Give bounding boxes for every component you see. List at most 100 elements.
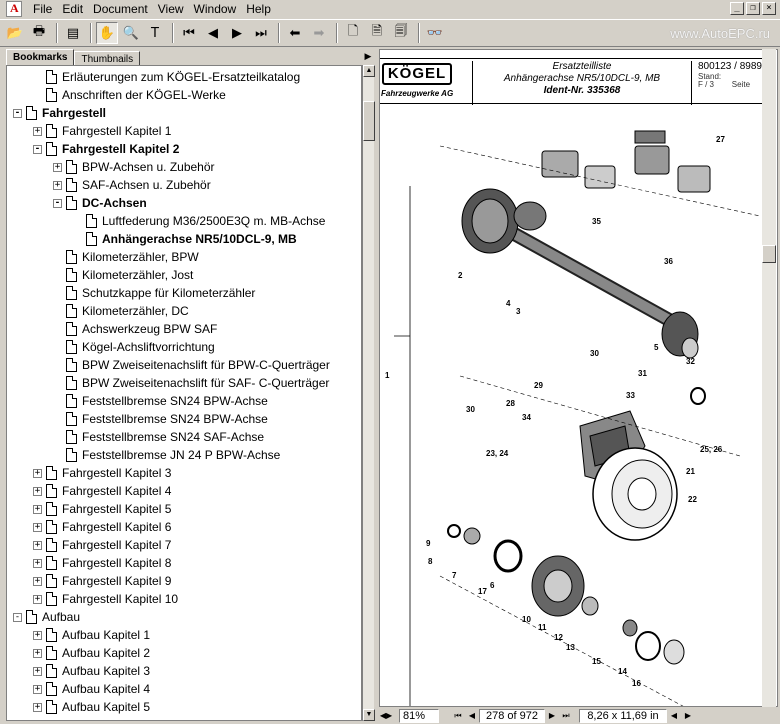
scroll-up-icon[interactable]: ▲ xyxy=(363,65,375,77)
menu-document[interactable]: Document xyxy=(88,0,153,18)
bookmark-item[interactable]: Feststellbremse SN24 BPW-Achse xyxy=(53,410,268,428)
bookmark-label[interactable]: Erläuterungen zum KÖGEL-Ersatzteilkatalo… xyxy=(62,70,300,84)
bookmark-item[interactable]: Kilometerzähler, BPW xyxy=(53,248,199,266)
bookmark-item[interactable]: Kögel-Achsliftvorrichtung xyxy=(53,338,215,356)
next-page-nav-icon[interactable]: ▶ xyxy=(545,711,559,720)
prev-page-nav-icon[interactable]: ◀ xyxy=(465,711,479,720)
bookmark-label[interactable]: Fahrgestell Kapitel 2 xyxy=(62,142,179,156)
bookmark-item[interactable]: + Fahrgestell Kapitel 3 xyxy=(33,464,171,482)
scroll-thumb[interactable] xyxy=(363,101,375,141)
bookmark-label[interactable]: Feststellbremse SN24 BPW-Achse xyxy=(82,394,268,408)
bookmark-label[interactable]: Fahrgestell Kapitel 10 xyxy=(62,592,178,606)
expand-icon[interactable]: + xyxy=(33,504,42,514)
expand-icon[interactable]: + xyxy=(33,576,42,586)
open-folder-icon[interactable]: 📂 xyxy=(4,22,26,44)
bookmark-label[interactable]: Luftfederung M36/2500E3Q m. MB-Achse xyxy=(102,214,325,228)
first-page-icon[interactable]: ⏮ xyxy=(178,22,200,44)
bookmark-item[interactable]: - DC-Achsen xyxy=(53,194,147,212)
bookmark-item[interactable]: Erläuterungen zum KÖGEL-Ersatzteilkatalo… xyxy=(33,68,300,86)
bookmark-item[interactable]: + Aufbau Kapitel 5 xyxy=(33,698,150,716)
bookmark-item[interactable]: + Fahrgestell Kapitel 4 xyxy=(33,482,171,500)
find-binoculars-icon[interactable]: 👓 xyxy=(424,22,446,44)
bookmark-label[interactable]: SAF-Achsen u. Zubehör xyxy=(82,178,211,192)
bookmark-item[interactable]: + Fahrgestell Kapitel 5 xyxy=(33,500,171,518)
bookmark-item[interactable]: + Aufbau Kapitel 1 xyxy=(33,626,150,644)
show-navigation-pane-icon[interactable]: ▤ xyxy=(62,22,84,44)
print-icon[interactable]: 🖶 xyxy=(28,22,50,44)
menu-window[interactable]: Window xyxy=(189,0,242,18)
last-page-icon[interactable]: ⏭ xyxy=(250,22,272,44)
tab-thumbnails[interactable]: Thumbnails xyxy=(74,51,141,65)
collapse-icon[interactable]: - xyxy=(13,108,22,118)
expand-icon[interactable]: + xyxy=(33,522,42,532)
bookmark-label[interactable]: BPW Zweiseitenachslift für BPW-C-Querträ… xyxy=(82,358,330,372)
bookmark-label[interactable]: Aufbau xyxy=(42,610,80,624)
next-page-icon[interactable]: ▶ xyxy=(226,22,248,44)
bookmark-label[interactable]: BPW Zweiseitenachslift für SAF- C-Quertr… xyxy=(82,376,329,390)
bookmark-item[interactable]: BPW Zweiseitenachslift für SAF- C-Quertr… xyxy=(53,374,329,392)
expand-icon[interactable]: + xyxy=(53,180,62,190)
bookmark-label[interactable]: Aufbau Kapitel 4 xyxy=(62,682,150,696)
bookmark-item[interactable]: + Fahrgestell Kapitel 10 xyxy=(33,590,178,608)
minimize-icon[interactable]: _ xyxy=(730,2,744,15)
acrobat-app-icon[interactable] xyxy=(6,1,22,17)
bookmark-item[interactable]: + Fahrgestell Kapitel 1 xyxy=(33,122,171,140)
bookmark-item[interactable]: - Fahrgestell Kapitel 2 xyxy=(33,140,179,158)
go-forward-icon[interactable]: ➡ xyxy=(308,22,330,44)
menu-file[interactable]: File xyxy=(28,0,57,18)
bookmark-item[interactable]: + Fahrgestell Kapitel 6 xyxy=(33,518,171,536)
bookmark-item[interactable]: Schutzkappe für Kilometerzähler xyxy=(53,284,255,302)
bookmark-label[interactable]: Kilometerzähler, BPW xyxy=(82,250,199,264)
bookmark-label[interactable]: Fahrgestell Kapitel 7 xyxy=(62,538,171,552)
expand-icon[interactable]: + xyxy=(33,558,42,568)
bookmark-item[interactable]: Feststellbremse SN24 SAF-Achse xyxy=(53,428,264,446)
expand-icon[interactable]: + xyxy=(33,594,42,604)
bookmark-label[interactable]: Aufbau Kapitel 1 xyxy=(62,628,150,642)
pane-menu-arrow-icon[interactable]: ▶ xyxy=(362,49,374,63)
bookmark-label[interactable]: Fahrgestell Kapitel 3 xyxy=(62,466,171,480)
previous-page-icon[interactable]: ◀ xyxy=(202,22,224,44)
bookmark-item[interactable]: + Aufbau Kapitel 2 xyxy=(33,644,150,662)
bookmark-label[interactable]: Fahrgestell xyxy=(42,106,106,120)
bookmark-label[interactable]: Anschriften der KÖGEL-Werke xyxy=(62,88,226,102)
bookmark-label[interactable]: Fahrgestell Kapitel 4 xyxy=(62,484,171,498)
go-back-icon[interactable]: ⬅ xyxy=(284,22,306,44)
bookmark-item[interactable]: + SAF-Achsen u. Zubehör xyxy=(53,176,211,194)
document-view[interactable]: KÖGEL Fahrzeugwerke AG Ersatzteilliste A… xyxy=(379,49,778,707)
bookmark-label[interactable]: BPW-Achsen u. Zubehör xyxy=(82,160,215,174)
tab-bookmarks[interactable]: Bookmarks xyxy=(6,49,75,65)
bookmark-item[interactable]: Kilometerzähler, Jost xyxy=(53,266,193,284)
bookmark-item[interactable]: Anschriften der KÖGEL-Werke xyxy=(33,86,226,104)
bookmark-label[interactable]: Feststellbremse JN 24 P BPW-Achse xyxy=(82,448,280,462)
bookmark-label[interactable]: Anhängerachse NR5/10DCL-9, MB xyxy=(102,232,297,246)
bookmark-scrollbar[interactable]: ▲ ▼ xyxy=(362,65,375,721)
scroll-down-icon[interactable]: ▼ xyxy=(363,709,375,721)
bookmark-item[interactable]: + Aufbau Kapitel 3 xyxy=(33,662,150,680)
bookmark-item[interactable]: - Aufbau xyxy=(13,608,80,626)
expand-icon[interactable]: + xyxy=(33,486,42,496)
fit-width-icon[interactable]: 🗐 xyxy=(390,22,412,44)
zoom-level[interactable]: 81% xyxy=(399,708,439,723)
expand-icon[interactable]: + xyxy=(33,630,42,640)
bookmark-label[interactable]: Fahrgestell Kapitel 9 xyxy=(62,574,171,588)
bookmark-label[interactable]: Kilometerzähler, Jost xyxy=(82,268,193,282)
bookmark-label[interactable]: Aufbau Kapitel 5 xyxy=(62,700,150,714)
collapse-icon[interactable]: - xyxy=(33,144,42,154)
bookmark-item[interactable]: + Fahrgestell Kapitel 7 xyxy=(33,536,171,554)
bookmark-label[interactable]: Kilometerzähler, DC xyxy=(82,304,189,318)
bookmark-label[interactable]: Achswerkzeug BPW SAF xyxy=(82,322,217,336)
expand-icon[interactable]: + xyxy=(33,702,42,712)
bookmark-label[interactable]: Feststellbremse SN24 BPW-Achse xyxy=(82,412,268,426)
bookmark-label[interactable]: Aufbau Kapitel 3 xyxy=(62,664,150,678)
bookmark-item[interactable]: Feststellbremse SN24 BPW-Achse xyxy=(53,392,268,410)
expand-icon[interactable]: + xyxy=(33,126,42,136)
collapse-icon[interactable]: - xyxy=(13,612,22,622)
bookmark-item[interactable]: Achswerkzeug BPW SAF xyxy=(53,320,217,338)
text-select-tool-icon[interactable]: T xyxy=(144,22,166,44)
bookmark-item[interactable]: + Fahrgestell Kapitel 9 xyxy=(33,572,171,590)
menu-edit[interactable]: Edit xyxy=(57,0,88,18)
last-page-nav-icon[interactable]: ⏭ xyxy=(559,711,573,721)
bookmark-item[interactable]: Luftfederung M36/2500E3Q m. MB-Achse xyxy=(73,212,325,230)
menu-view[interactable]: View xyxy=(153,0,189,18)
bookmark-label[interactable]: Schutzkappe für Kilometerzähler xyxy=(82,286,255,300)
